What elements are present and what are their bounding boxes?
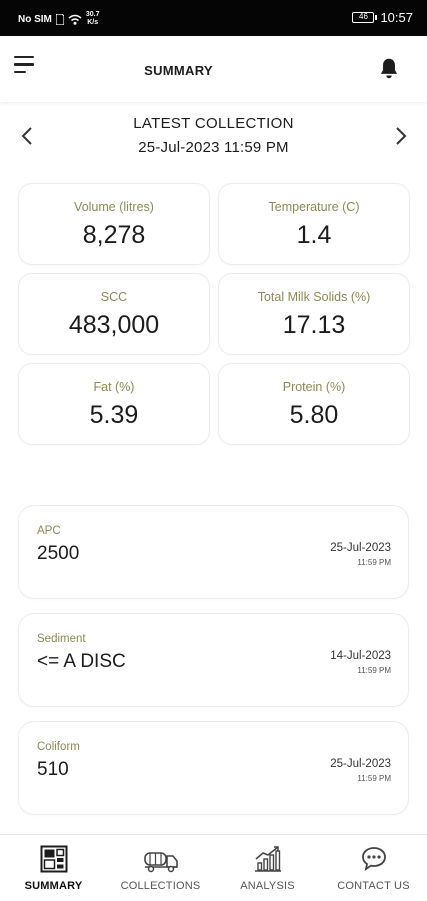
- collection-title: LATEST COLLECTION: [133, 115, 294, 132]
- test-value: 2500: [37, 543, 80, 564]
- tanker-truck-icon: [144, 852, 178, 873]
- test-label: Coliform: [37, 741, 80, 753]
- net-speed: 30.7 K/s: [86, 11, 100, 27]
- status-bar: No SIM 30.7 K/s 46 10:57: [0, 0, 427, 36]
- collection-datetime: 25-Jul-2023 11:59 PM: [138, 139, 289, 156]
- battery-level: 46: [359, 12, 368, 21]
- metric-label: Temperature (C): [268, 200, 360, 214]
- metric-value: 483,000: [68, 311, 160, 339]
- net-speed-unit: K/s: [87, 19, 99, 26]
- test-date: 25-Jul-2023: [330, 758, 391, 770]
- test-card-coliform[interactable]: Coliform 510 25-Jul-2023 11:59 PM: [18, 721, 409, 815]
- dashboard-icon: [40, 845, 68, 873]
- metric-card-protein: Protein (%) 5.80: [218, 363, 410, 445]
- nav-label: SUMMARY: [24, 880, 83, 892]
- chat-bubble-icon: [362, 847, 386, 871]
- collection-navigator: LATEST COLLECTION 25-Jul-2023 11:59 PM: [0, 112, 427, 162]
- nav-label: CONTACT US: [337, 880, 410, 892]
- metric-label: Fat (%): [93, 380, 135, 394]
- nav-item-analysis[interactable]: ANALYSIS: [214, 835, 321, 901]
- nav-item-summary[interactable]: SUMMARY: [0, 835, 107, 901]
- nav-item-contact-us[interactable]: CONTACT US: [320, 835, 427, 901]
- test-label: APC: [37, 525, 61, 537]
- bar-chart-icon: [255, 846, 281, 872]
- carrier-text: No SIM: [18, 13, 52, 25]
- battery-icon: 46: [352, 12, 378, 23]
- test-time: 11:59 PM: [357, 558, 391, 567]
- status-left: No SIM 30.7 K/s: [18, 11, 100, 27]
- test-time: 11:59 PM: [357, 666, 391, 675]
- page-title: SUMMARY: [144, 63, 213, 78]
- bell-icon[interactable]: [376, 56, 402, 82]
- metric-card-total-milk-solids: Total Milk Solids (%) 17.13: [218, 273, 410, 355]
- chevron-right-icon[interactable]: [390, 126, 410, 146]
- app-header: SUMMARY: [0, 36, 427, 102]
- metric-card-volume: Volume (litres) 8,278: [18, 183, 210, 265]
- metric-value: 5.39: [89, 401, 139, 429]
- test-date: 25-Jul-2023: [330, 542, 391, 554]
- metric-card-temperature: Temperature (C) 1.4: [218, 183, 410, 265]
- status-right: 46 10:57: [352, 10, 413, 25]
- test-card-sediment[interactable]: Sediment <= A DISC 14-Jul-2023 11:59 PM: [18, 613, 409, 707]
- nav-label: ANALYSIS: [240, 880, 295, 892]
- sim-icon: [55, 13, 64, 25]
- clock: 10:57: [380, 10, 413, 25]
- nav-label: COLLECTIONS: [120, 880, 201, 892]
- test-time: 11:59 PM: [357, 774, 391, 783]
- test-date: 14-Jul-2023: [330, 650, 391, 662]
- metric-value: 8,278: [82, 221, 146, 249]
- metric-card-scc: SCC 483,000: [18, 273, 210, 355]
- metric-card-fat: Fat (%) 5.39: [18, 363, 210, 445]
- net-speed-value: 30.7: [85, 11, 100, 18]
- metric-value: 1.4: [296, 221, 332, 249]
- bottom-nav: SUMMARY COLLECTIONS ANALYSIS CONTACT US: [0, 834, 427, 900]
- metric-value: 5.80: [289, 401, 339, 429]
- test-card-apc[interactable]: APC 2500 25-Jul-2023 11:59 PM: [18, 505, 409, 599]
- metric-value: 17.13: [282, 311, 346, 339]
- test-value: <= A DISC: [37, 651, 126, 672]
- wifi-icon: [68, 14, 82, 25]
- test-label: Sediment: [37, 633, 86, 645]
- metric-label: Protein (%): [282, 380, 346, 394]
- test-value: 510: [37, 759, 69, 780]
- metric-label: Total Milk Solids (%): [257, 290, 371, 304]
- metric-label: Volume (litres): [74, 200, 154, 214]
- metric-label: SCC: [100, 290, 128, 304]
- nav-item-collections[interactable]: COLLECTIONS: [107, 835, 214, 901]
